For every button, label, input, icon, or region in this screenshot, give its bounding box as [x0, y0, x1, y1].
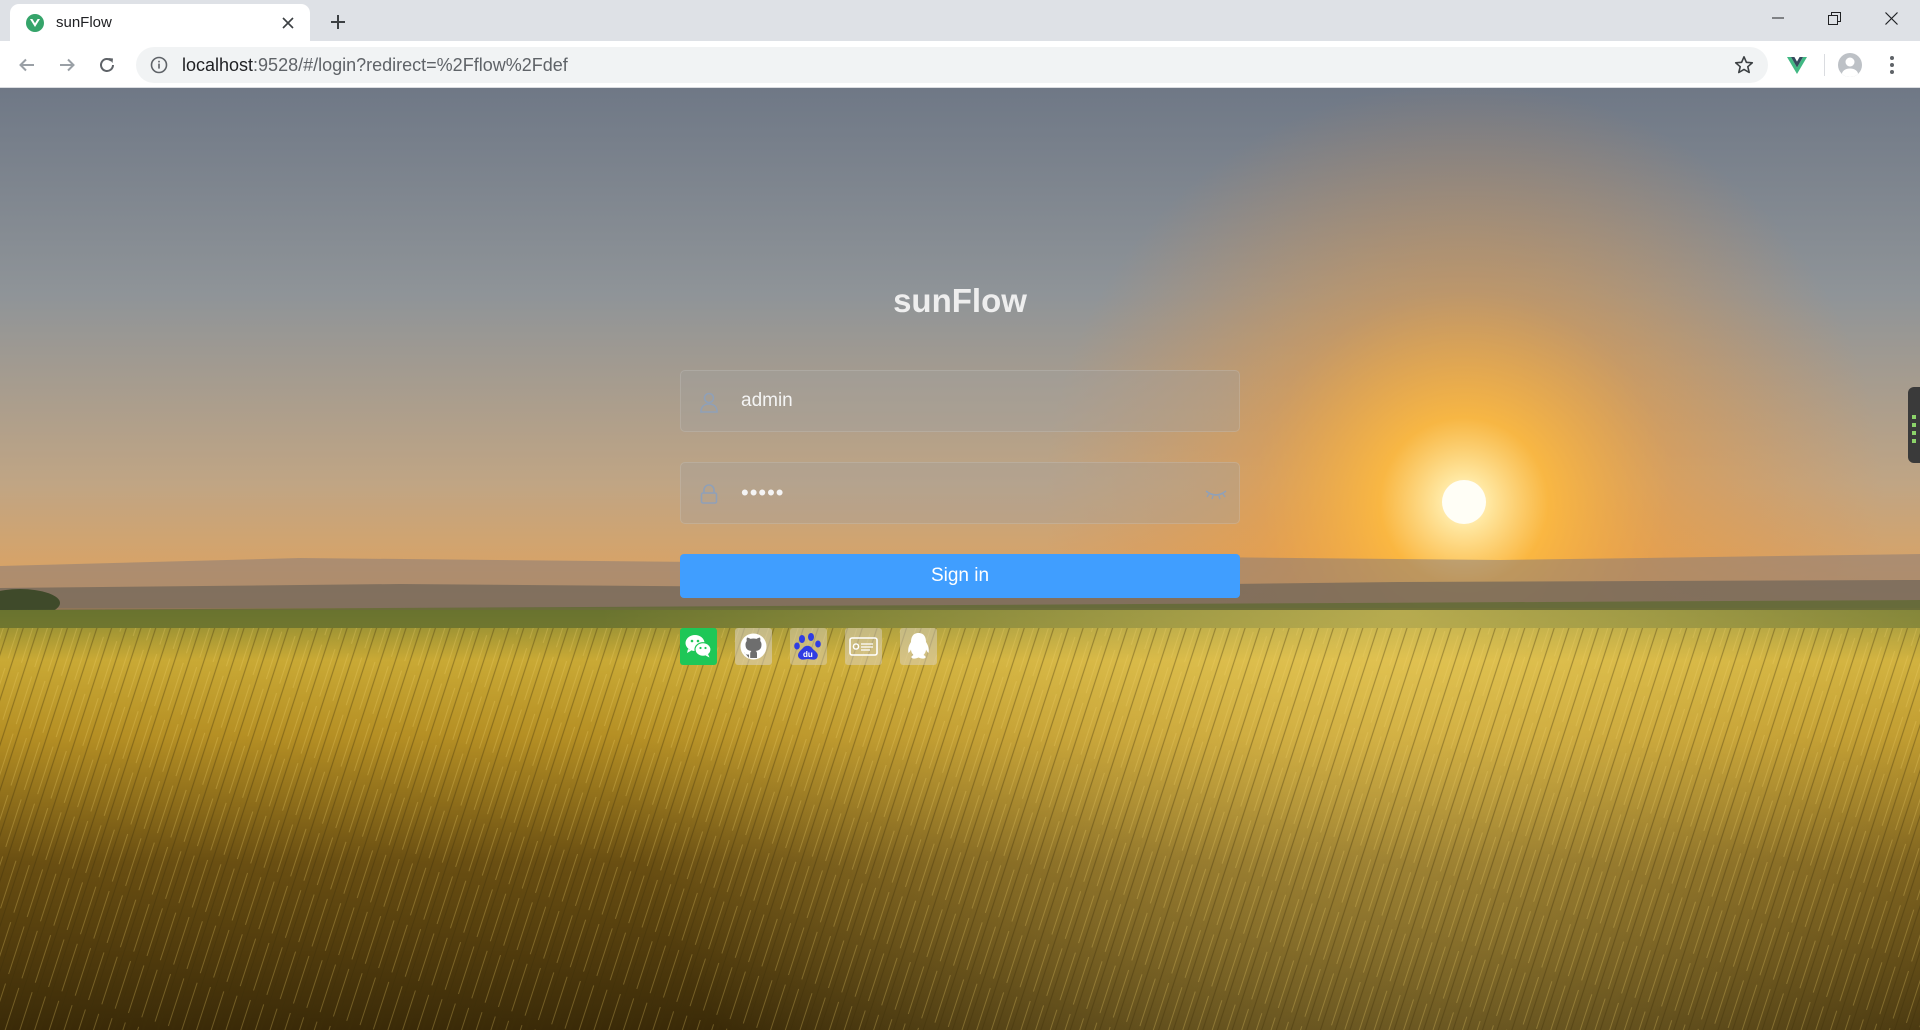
- url-path: :9528/#/login?redirect=%2Fflow%2Fdef: [253, 54, 568, 75]
- info-icon[interactable]: [150, 56, 168, 74]
- reload-button[interactable]: [92, 50, 122, 80]
- username-input[interactable]: [741, 371, 1181, 431]
- password-field[interactable]: [680, 462, 1240, 524]
- tab-strip: sunFlow: [0, 0, 1920, 41]
- url-text: localhost:9528/#/login?redirect=%2Fflow%…: [182, 55, 568, 76]
- baidu-login-button[interactable]: du: [790, 628, 827, 665]
- restore-button[interactable]: [1806, 0, 1863, 36]
- star-icon[interactable]: [1734, 55, 1754, 75]
- social-login-list: du: [680, 628, 955, 665]
- url-host: localhost: [182, 54, 254, 75]
- eye-closed-icon[interactable]: [1205, 487, 1227, 501]
- arrow-left-icon: [19, 58, 34, 72]
- wechat-login-button[interactable]: [680, 628, 717, 665]
- kebab-menu-icon[interactable]: [1880, 53, 1904, 77]
- address-bar[interactable]: localhost:9528/#/login?redirect=%2Fflow%…: [136, 47, 1768, 83]
- qq-login-button[interactable]: [900, 628, 937, 665]
- avatar-icon[interactable]: [1838, 53, 1862, 77]
- password-input[interactable]: [741, 463, 1181, 523]
- github-login-button[interactable]: [735, 628, 772, 665]
- wechat-icon: [680, 628, 717, 665]
- close-window-button[interactable]: [1863, 0, 1920, 36]
- id-card-icon: [845, 628, 882, 665]
- back-button[interactable]: [12, 50, 42, 80]
- arrow-right-icon: [60, 58, 75, 72]
- user-icon: [700, 392, 718, 413]
- close-tab-icon[interactable]: [278, 13, 298, 33]
- username-field[interactable]: [680, 370, 1240, 432]
- toolbar-separator: [1824, 54, 1825, 76]
- browser-toolbar: localhost:9528/#/login?redirect=%2Fflow%…: [0, 41, 1920, 88]
- vue-favicon-icon: [26, 13, 44, 32]
- vue-devtools-icon[interactable]: [1786, 54, 1808, 76]
- weibo-login-button[interactable]: [845, 628, 882, 665]
- qq-penguin-icon: [900, 628, 937, 665]
- baidu-paw-icon: du: [790, 628, 827, 665]
- forward-button[interactable]: [52, 50, 82, 80]
- page-viewport: sunFlow Sign in: [0, 88, 1920, 1030]
- svg-text:du: du: [803, 650, 813, 659]
- reload-icon: [100, 58, 114, 72]
- minimize-button[interactable]: [1749, 0, 1806, 36]
- window-controls: [1749, 0, 1920, 36]
- new-tab-button[interactable]: [324, 8, 352, 36]
- github-icon: [735, 628, 772, 665]
- tab-title: sunFlow: [56, 14, 112, 31]
- sign-in-button[interactable]: Sign in: [680, 554, 1240, 598]
- page-title: sunFlow: [893, 282, 1027, 319]
- browser-tab[interactable]: sunFlow: [10, 4, 310, 41]
- side-panel-handle[interactable]: [1908, 387, 1920, 463]
- lock-icon: [700, 484, 718, 504]
